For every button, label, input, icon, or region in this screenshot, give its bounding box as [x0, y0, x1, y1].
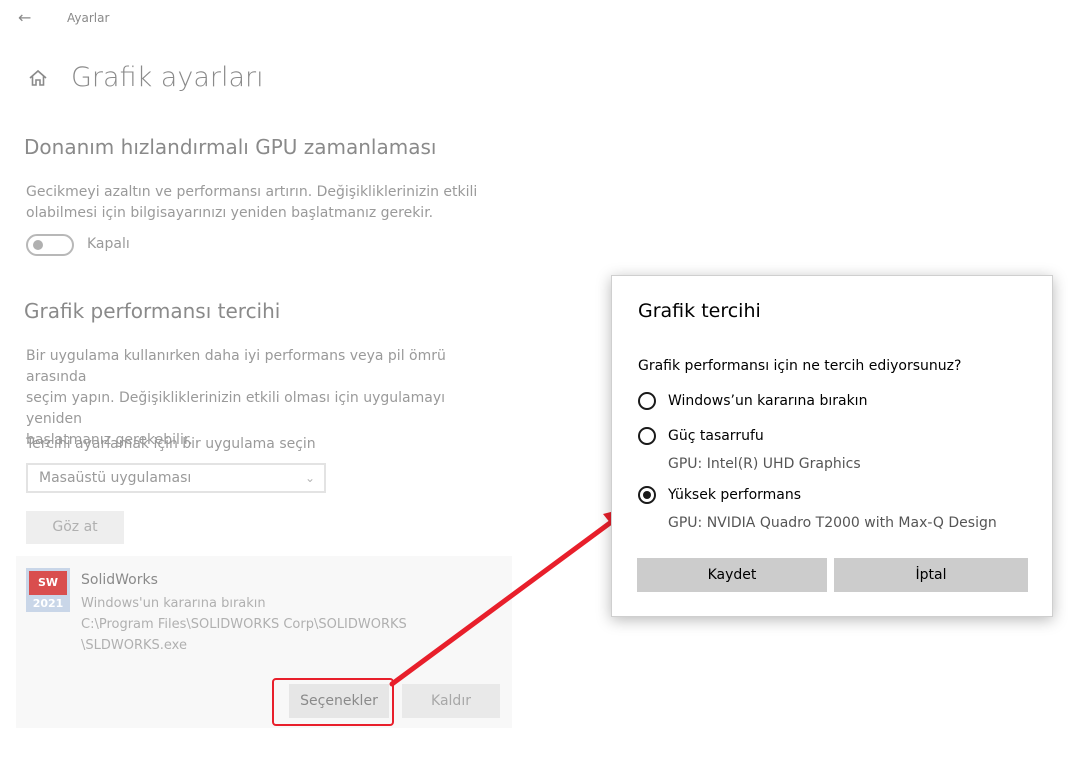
app-type-select[interactable]: Masaüstü uygulaması ⌄: [26, 463, 326, 493]
back-arrow-icon[interactable]: ←: [18, 8, 31, 27]
gpu-scheduling-toggle[interactable]: [26, 234, 74, 256]
radio-windows-decide[interactable]: [638, 392, 656, 410]
home-icon[interactable]: [28, 68, 48, 88]
gpu-scheduling-title: Donanım hızlandırmalı GPU zamanlaması: [24, 135, 437, 159]
option-gpu-info: GPU: Intel(R) UHD Graphics: [668, 456, 861, 472]
option-label: Yüksek performans: [668, 487, 802, 503]
nav-title: Ayarlar: [67, 11, 110, 25]
cancel-button[interactable]: İptal: [834, 558, 1028, 592]
option-label: Windows’un kararına bırakın: [668, 393, 868, 409]
app-detail: Windows'un kararına bırakın C:\Program F…: [81, 593, 407, 656]
radio-selected-dot: [643, 491, 651, 499]
desc-line: Gecikmeyi azaltın ve performansı artırın…: [26, 184, 478, 200]
toggle-knob: [33, 240, 43, 250]
browse-button[interactable]: Göz at: [26, 511, 124, 544]
dialog-title: Grafik tercihi: [638, 300, 761, 322]
dialog-question: Grafik performansı için ne tercih ediyor…: [638, 358, 962, 374]
app-name: SolidWorks: [81, 572, 158, 588]
option-label: Güç tasarrufu: [668, 428, 764, 444]
desc-line: Bir uygulama kullanırken daha iyi perfor…: [26, 348, 446, 385]
select-value: Masaüstü uygulaması: [39, 470, 192, 486]
option-gpu-info: GPU: NVIDIA Quadro T2000 with Max-Q Desi…: [668, 515, 997, 531]
save-button[interactable]: Kaydet: [637, 558, 827, 592]
page-title: Grafik ayarları: [71, 62, 264, 93]
graphics-preference-dialog: Grafik tercihi Grafik performansı için n…: [611, 275, 1053, 617]
app-path-line: C:\Program Files\SOLIDWORKS Corp\SOLIDWO…: [81, 617, 407, 632]
desc-line: seçim yapın. Değişikliklerinizin etkili …: [26, 390, 446, 427]
app-preference: Windows'un kararına bırakın: [81, 596, 266, 611]
solidworks-app-icon: SW 2021: [26, 568, 70, 612]
toggle-state-label: Kapalı: [87, 236, 130, 252]
desc-line: olabilmesi için bilgisayarınızı yeniden …: [26, 205, 434, 221]
graphics-pref-title: Grafik performansı tercihi: [24, 299, 281, 323]
gpu-scheduling-description: Gecikmeyi azaltın ve performansı artırın…: [26, 182, 496, 224]
remove-button[interactable]: Kaldır: [402, 684, 500, 718]
app-icon-mark: SW: [29, 571, 67, 595]
radio-power-saving[interactable]: [638, 427, 656, 445]
app-path-line: \SLDWORKS.exe: [81, 638, 187, 653]
annotation-highlight-box: [272, 678, 394, 726]
app-select-label: Tercihi ayarlamak için bir uygulama seçi…: [26, 436, 316, 452]
radio-high-performance[interactable]: [638, 486, 656, 504]
chevron-down-icon: ⌄: [304, 471, 315, 485]
app-icon-year: 2021: [32, 597, 64, 610]
